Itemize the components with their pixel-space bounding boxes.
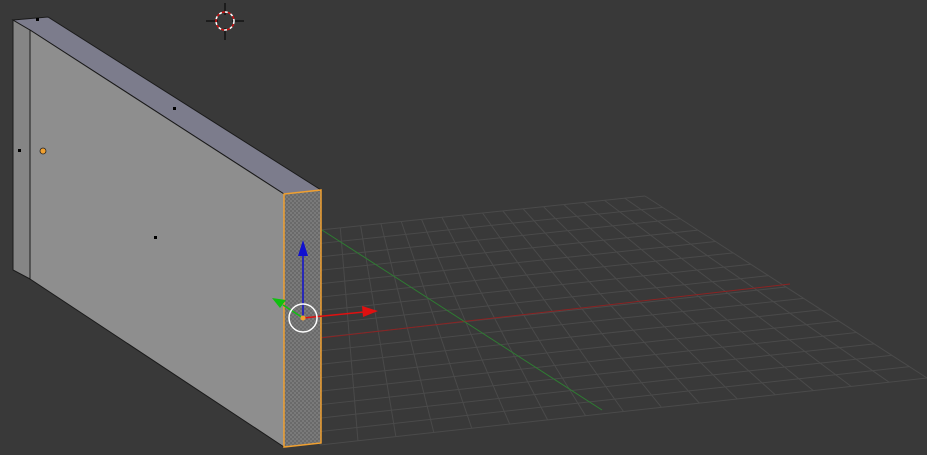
floor-grid <box>319 195 927 446</box>
grid-line <box>319 354 892 419</box>
wall-mesh[interactable] <box>11 16 323 448</box>
3d-cursor-icon <box>206 3 244 40</box>
grid-line <box>522 208 700 404</box>
grid-line <box>543 206 738 400</box>
face-center-dot <box>154 236 157 239</box>
wall-left-side-face[interactable] <box>12 19 31 280</box>
grid-line <box>319 309 822 365</box>
viewport-canvas[interactable] <box>0 0 927 455</box>
grid-line <box>319 377 927 446</box>
grid-line <box>319 343 875 406</box>
x-axis-line <box>319 283 791 339</box>
grid-line <box>319 366 910 433</box>
3d-viewport[interactable] <box>0 0 927 455</box>
grid-line <box>319 332 857 392</box>
face-center-dot <box>36 18 39 21</box>
grid-line <box>319 297 804 352</box>
grid-line <box>502 210 662 408</box>
grid-line <box>624 197 890 383</box>
origin-dot-icon <box>39 147 47 155</box>
face-center-dot <box>18 149 21 152</box>
pivot-dot-icon <box>300 315 306 321</box>
grid-line <box>482 212 624 412</box>
face-center-dot <box>173 107 176 110</box>
y-axis-line <box>321 229 603 411</box>
grid-line <box>604 199 852 387</box>
